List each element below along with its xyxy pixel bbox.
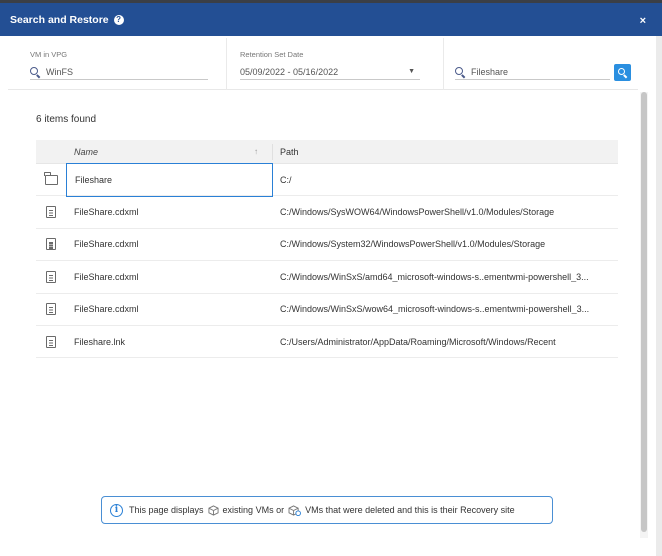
close-icon[interactable]: × [640, 15, 646, 27]
vm-search-value: WinFS [46, 66, 73, 77]
table-row[interactable]: FileShare.cdxml C:/Windows/WinSxS/wow64_… [36, 294, 618, 326]
table-row[interactable]: FileShare.cdxml C:/Windows/SysWOW64/Wind… [36, 196, 618, 229]
results-table: Name ↑ Path Fileshare C:/ FileShare.cdxm… [36, 140, 618, 359]
row-path: C:/ [280, 174, 292, 185]
folder-icon [44, 172, 58, 185]
search-button[interactable] [614, 64, 631, 81]
name-column-label: Name [74, 146, 99, 157]
date-filter: Retention Set Date 05/09/2022 - 05/16/20… [226, 38, 443, 90]
row-name: FileShare.cdxml [74, 239, 139, 250]
vm-filter: VM in VPG WinFS [8, 38, 226, 90]
row-name: Fileshare [66, 162, 273, 197]
search-icon [618, 68, 627, 77]
window-edge [656, 36, 662, 556]
vm-filter-label: VM in VPG [30, 50, 68, 59]
name-column-header[interactable]: Name ↑ [66, 143, 273, 160]
retention-date-select[interactable]: 05/09/2022 - 05/16/2022 ▼ [240, 64, 420, 80]
info-text-2: existing VMs or [222, 505, 285, 515]
results-scrollbar[interactable] [640, 92, 648, 538]
file-icon [36, 303, 66, 316]
table-row[interactable]: Fileshare.lnk C:/Users/Administrator/App… [36, 326, 618, 359]
row-name: FileShare.cdxml [74, 207, 139, 218]
row-path: C:/Windows/SysWOW64/WindowsPowerShell/v1… [280, 207, 555, 218]
chevron-down-icon: ▼ [408, 68, 415, 75]
table-row[interactable]: Fileshare C:/ [36, 162, 618, 197]
file-icon [36, 270, 66, 283]
row-name: Fileshare.lnk [74, 336, 126, 347]
search-icon [30, 66, 40, 77]
file-search: Fileshare [443, 38, 638, 90]
recovery-info-banner: i This page displays existing VMs or VMs… [101, 496, 553, 524]
file-icon [36, 238, 66, 251]
scrollbar-thumb[interactable] [641, 92, 647, 532]
results-panel: 6 items found Name ↑ Path Fileshare C:/ … [0, 92, 640, 540]
row-path: C:/Windows/System32/WindowsPowerShell/v1… [280, 239, 546, 250]
row-name: FileShare.cdxml [74, 304, 139, 315]
file-icon [46, 335, 56, 348]
dialog-title: Search and Restore [10, 13, 109, 26]
vm-search-input[interactable]: WinFS [30, 64, 208, 80]
help-icon[interactable]: ? [113, 14, 124, 25]
info-text-1: This page displays [129, 505, 204, 515]
file-icon [46, 238, 56, 251]
row-path: C:/Windows/WinSxS/wow64_microsoft-window… [280, 304, 590, 315]
file-icon [36, 335, 66, 348]
dialog-title-bar: Search and Restore ? × [0, 0, 662, 36]
table-row[interactable]: FileShare.cdxml C:/Windows/WinSxS/amd64_… [36, 261, 618, 294]
search-icon [455, 66, 465, 77]
row-path: C:/Users/Administrator/AppData/Roaming/M… [280, 336, 556, 347]
retention-date-value: 05/09/2022 - 05/16/2022 [240, 66, 339, 77]
table-row[interactable]: FileShare.cdxml C:/Windows/System32/Wind… [36, 229, 618, 262]
folder-icon [36, 172, 66, 185]
file-icon [46, 270, 56, 283]
table-header: Name ↑ Path [36, 140, 618, 164]
file-search-input[interactable]: Fileshare [455, 64, 610, 80]
existing-vm-icon [208, 504, 219, 516]
results-count: 6 items found [36, 114, 97, 125]
file-icon [36, 206, 66, 219]
filter-bar: VM in VPG WinFS Retention Set Date 05/09… [8, 38, 638, 90]
path-column-header[interactable]: Path [273, 147, 618, 157]
file-icon [46, 206, 56, 219]
file-icon [46, 303, 56, 316]
info-text-3: VMs that were deleted and this is their … [305, 505, 515, 515]
date-filter-label: Retention Set Date [240, 50, 304, 59]
file-search-value: Fileshare [471, 66, 509, 77]
info-icon: i [110, 503, 123, 517]
row-name: FileShare.cdxml [74, 271, 139, 282]
row-path: C:/Windows/WinSxS/amd64_microsoft-window… [280, 271, 589, 282]
deleted-vm-icon [288, 504, 301, 516]
sort-ascending-icon: ↑ [254, 147, 258, 156]
